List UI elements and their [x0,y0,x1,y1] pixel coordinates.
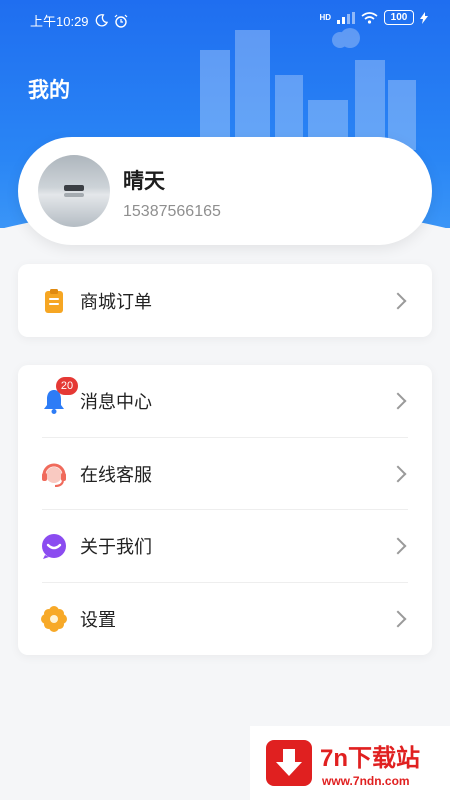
clipboard-icon [45,288,63,313]
avatar-photo-boat [64,185,84,191]
network-type-label: HD [319,13,331,22]
chat-bubble-icon [42,534,66,560]
profile-phone: 15387566165 [123,203,221,220]
profile-name: 晴天 [123,170,165,193]
battery-indicator: 100 [384,10,414,25]
avatar-photo-reflection [64,193,84,197]
menu-item-label: 商城订单 [80,291,152,312]
menu-item-messages[interactable]: 20 消息中心 [18,365,432,438]
signal-icon [337,11,355,24]
alarm-icon [114,14,127,28]
profile-card[interactable]: 晴天 15387566165 [18,137,432,245]
menu-item-label: 在线客服 [80,464,152,485]
page-title: 我的 [28,79,70,102]
menu-item-label: 消息中心 [80,392,152,413]
chevron-right-icon [389,537,407,555]
site-watermark: 7n下载站 www.7ndn.com [250,726,450,800]
headset-icon [42,463,66,487]
status-bar: 上午10:29 HD 100 [0,0,450,38]
city-skyline-illustration [200,28,416,150]
charging-icon [420,11,428,24]
watermark-title: 7n下载站 [320,745,421,772]
chevron-right-icon [389,392,407,410]
menu-item-label: 设置 [80,609,116,630]
menu-card: 20 消息中心 在线客服 关于我们 设置 [18,365,432,655]
avatar[interactable] [38,155,110,227]
chevron-right-icon [389,610,407,628]
unread-badge: 20 [56,377,78,395]
watermark-url: www.7ndn.com [322,774,410,788]
menu-item-about-us[interactable]: 关于我们 [18,510,432,583]
status-time: 上午10:29 [30,14,89,29]
flower-gear-icon [41,605,67,632]
wifi-icon [361,11,378,24]
orders-card: 商城订单 [18,264,432,337]
chevron-right-icon [389,465,407,483]
download-logo-icon [266,740,312,786]
menu-item-orders[interactable]: 商城订单 [18,264,432,337]
menu-item-settings[interactable]: 设置 [18,583,432,656]
menu-item-label: 关于我们 [80,537,152,558]
moon-icon [95,14,108,27]
menu-item-customer-service[interactable]: 在线客服 [18,438,432,510]
chevron-right-icon [389,292,407,309]
